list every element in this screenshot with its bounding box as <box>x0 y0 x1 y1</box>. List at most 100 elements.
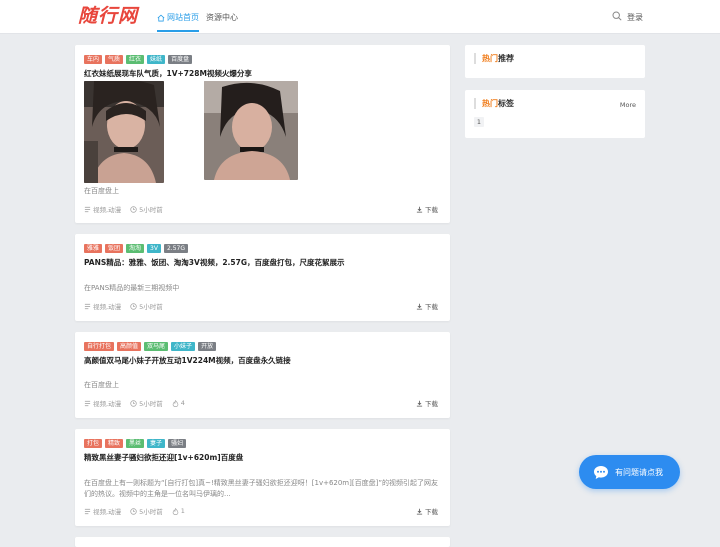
hot-count: 4 <box>172 399 185 407</box>
post-meta: 视频,动漫 5小时前 <box>84 301 163 311</box>
download-icon <box>416 508 423 515</box>
search-icon[interactable] <box>612 11 622 21</box>
widget-title-rest: 标签 <box>498 99 514 108</box>
tag[interactable]: 气质 <box>105 55 124 64</box>
tag[interactable]: 高颜值 <box>117 342 142 351</box>
post-image[interactable] <box>84 81 164 183</box>
tag[interactable]: 百度盘 <box>168 55 193 64</box>
tag-chip[interactable]: 1 <box>474 117 484 127</box>
tag[interactable]: 饭团 <box>105 244 124 253</box>
widget-title: 热门 推荐 <box>474 53 514 64</box>
category-label: 视频,动漫 <box>93 400 122 408</box>
nav-item-label: 网站首页 <box>167 13 199 22</box>
category[interactable]: 视频,动漫 <box>84 506 121 516</box>
tag-list: 车内 气质 红衣 妹纸 百度盘 <box>84 55 193 64</box>
category[interactable]: 视频,动漫 <box>84 398 121 408</box>
tag[interactable]: 黑丝 <box>126 439 145 448</box>
category-label: 视频,动漫 <box>93 508 122 516</box>
tag[interactable]: 妹纸 <box>147 55 166 64</box>
post-meta: 视频,动漫 5小时前 1 <box>84 506 185 516</box>
post-meta: 视频,动漫 5小时前 4 <box>84 398 185 408</box>
tag[interactable]: 3V <box>147 244 161 253</box>
category[interactable]: 视频,动漫 <box>84 204 121 214</box>
tag[interactable]: 开放 <box>198 342 217 351</box>
post-card: 车内 气质 红衣 妹纸 百度盘 红衣妹纸展现车队气质，1V+728M视频火爆分享… <box>75 45 450 223</box>
post-excerpt: 在百度盘上 <box>84 187 119 195</box>
tag[interactable]: 红衣 <box>126 55 145 64</box>
post-excerpt: 在百度盘上有一则标题为“[自行打包]真~!精致黑丝妻子骚妇欲拒还迎呀！[1v+6… <box>84 479 438 498</box>
download-icon <box>416 303 423 310</box>
list-icon <box>84 206 91 212</box>
tag[interactable]: 小妹子 <box>171 342 196 351</box>
post-time: 5小时前 <box>130 506 163 516</box>
post-title[interactable]: 精致黑丝妻子骚妇欲拒还迎[1v+620m]百度盘 <box>84 452 243 463</box>
post-title[interactable]: PANS精品：雅雅、饭团、淘淘3V视频，2.57G，百度盘打包，尺度花絮展示 <box>84 257 344 268</box>
list-icon <box>84 508 91 514</box>
tag-list: 自行打包 高颜值 双马尾 小妹子 开放 <box>84 342 217 351</box>
post-excerpt: 在PANS精品的最新三期视频中 <box>84 284 180 292</box>
post-card: 打包 精致 黑丝 妻子 骚妇 精致黑丝妻子骚妇欲拒还迎[1v+620m]百度盘 … <box>75 429 450 526</box>
clock-icon <box>130 302 137 310</box>
download-button[interactable]: 下载 <box>416 204 438 214</box>
download-label: 下载 <box>425 206 438 214</box>
hot-tags-widget: 热门 标签 More 1 <box>465 90 645 138</box>
widget-title-hot: 热门 <box>482 54 498 63</box>
download-button[interactable]: 下载 <box>416 506 438 516</box>
download-label: 下载 <box>425 303 438 311</box>
post-excerpt: 在百度盘上 <box>84 381 119 389</box>
download-label: 下载 <box>425 400 438 408</box>
widget-title-hot: 热门 <box>482 99 498 108</box>
post-card: 自行打包 高颜值 双马尾 小妹子 开放 高颜值双马尾小妹子开放互动1V224M视… <box>75 332 450 418</box>
category-label: 视频,动漫 <box>93 303 122 311</box>
tag[interactable]: 车内 <box>84 55 103 64</box>
fire-icon <box>172 507 179 515</box>
hot-count-label: 1 <box>180 507 185 515</box>
tag-list: 雅雅 饭团 淘淘 3V 2.57G <box>84 244 188 253</box>
time-label: 5小时前 <box>139 303 163 311</box>
tag[interactable]: 双马尾 <box>144 342 169 351</box>
tag[interactable]: 精致 <box>105 439 124 448</box>
clock-icon <box>130 399 137 407</box>
nav-item-resources[interactable]: 资源中心 <box>206 12 238 23</box>
help-chat-button[interactable]: 有问题请点我 <box>579 455 680 489</box>
hot-count: 1 <box>172 507 185 515</box>
fire-icon <box>172 399 179 407</box>
post-title[interactable]: 红衣妹纸展现车队气质，1V+728M视频火爆分享 <box>84 68 252 79</box>
top-header: 随行网 网站首页 资源中心 登录 <box>0 0 720 34</box>
tag[interactable]: 打包 <box>84 439 103 448</box>
chat-label: 有问题请点我 <box>615 467 663 477</box>
download-label: 下载 <box>425 508 438 516</box>
widget-title: 热门 标签 <box>474 98 514 109</box>
home-icon <box>157 14 165 21</box>
tag[interactable]: 自行打包 <box>84 342 115 351</box>
category[interactable]: 视频,动漫 <box>84 301 121 311</box>
clock-icon <box>130 205 137 213</box>
more-link[interactable]: More <box>620 101 636 109</box>
post-title[interactable]: 高颜值双马尾小妹子开放互动1V224M视频，百度盘永久链接 <box>84 355 291 366</box>
time-label: 5小时前 <box>139 206 163 214</box>
list-icon <box>84 303 91 309</box>
post-card <box>75 537 450 547</box>
tag[interactable]: 妻子 <box>147 439 166 448</box>
widget-title-rest: 推荐 <box>498 54 514 63</box>
tag[interactable]: 骚妇 <box>168 439 187 448</box>
download-icon <box>416 206 423 213</box>
post-meta: 视频,动漫 5小时前 <box>84 204 163 214</box>
tag[interactable]: 雅雅 <box>84 244 103 253</box>
list-icon <box>84 400 91 406</box>
post-time: 5小时前 <box>130 301 163 311</box>
site-logo[interactable]: 随行网 <box>78 5 138 27</box>
post-time: 5小时前 <box>130 204 163 214</box>
login-link[interactable]: 登录 <box>627 12 643 23</box>
tag-list: 打包 精致 黑丝 妻子 骚妇 <box>84 439 187 448</box>
download-button[interactable]: 下载 <box>416 301 438 311</box>
hot-recommend-widget: 热门 推荐 <box>465 45 645 78</box>
tag[interactable]: 2.57G <box>163 244 188 253</box>
nav-item-home[interactable]: 网站首页 <box>157 12 199 32</box>
time-label: 5小时前 <box>139 508 163 516</box>
chat-bubble-icon <box>594 465 608 479</box>
download-button[interactable]: 下载 <box>416 398 438 408</box>
post-image[interactable] <box>204 81 298 180</box>
hot-count-label: 4 <box>180 399 185 407</box>
tag[interactable]: 淘淘 <box>126 244 145 253</box>
